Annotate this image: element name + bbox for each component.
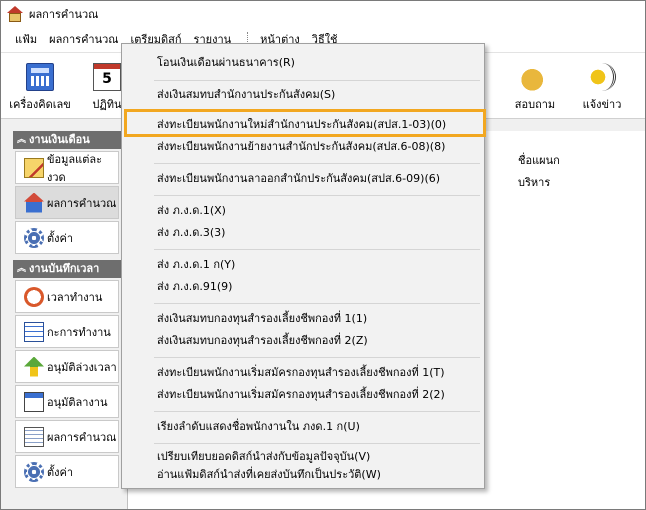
clock-icon — [24, 286, 44, 307]
sidebar-item-period-data[interactable]: ข้อมูลแต่ละงวด — [15, 151, 119, 184]
column-header-department[interactable]: ชื่อแผนก — [518, 151, 560, 169]
inquiry-button[interactable]: สอบถาม — [509, 59, 561, 113]
calculator-label: เครื่องคิดเลข — [9, 98, 71, 111]
menu-item-sort-pnd1-kor[interactable]: เรียงลำดับแสดงชื่อพนักงานใน ภงด.1 ก(U) — [123, 416, 483, 438]
menu-item-provident-fund-1[interactable]: ส่งเงินสมทบกองทุนสำรองเลี้ยงชีพกองที่ 1(… — [123, 308, 483, 330]
menu-divider — [154, 443, 480, 444]
menu-divider — [154, 110, 480, 111]
menu-divider — [154, 80, 480, 81]
sidebar-item-label: ผลการคำนวณ — [47, 430, 117, 444]
sidebar-group-title: งานเงินเดือน — [29, 133, 90, 146]
menu-item-sso-new-employee[interactable]: ส่งทะเบียนพนักงานใหม่สำนักงานประกันสังคม… — [123, 114, 483, 136]
approve-arrow-icon — [24, 356, 44, 377]
sidebar-item-time-settings[interactable]: ตั้งค่า — [15, 455, 119, 488]
calculator-icon — [26, 63, 54, 91]
menu-item-social-security-contribution[interactable]: ส่งเงินสมทบสำนักงานประกันสังคม(S) — [123, 84, 483, 106]
menu-file[interactable]: แฟ้ม — [9, 27, 43, 53]
house-icon — [24, 192, 44, 213]
inquiry-label: สอบถาม — [514, 98, 556, 111]
sidebar-group-payroll[interactable]: ︽ งานเงินเดือน — [13, 131, 121, 149]
menu-divider — [154, 163, 480, 164]
sidebar-item-time-results[interactable]: ผลการคำนวณ — [15, 420, 119, 453]
menu-divider — [154, 303, 480, 304]
app-house-icon — [7, 6, 23, 22]
menu-item-pnd1[interactable]: ส่ง ภ.ง.ด.1(X) — [123, 200, 483, 222]
menu-item-pnd1-kor[interactable]: ส่ง ภ.ง.ด.1 ก(Y) — [123, 254, 483, 276]
document-icon — [24, 426, 44, 447]
phone-icon — [521, 63, 549, 91]
menu-divider — [154, 411, 480, 412]
table-cell-department[interactable]: บริหาร — [518, 173, 550, 191]
report-dropdown-menu: โอนเงินเดือนผ่านธนาคาร(R) ส่งเงินสมทบสำน… — [121, 43, 485, 489]
notepad-icon — [24, 157, 44, 178]
menu-item-pnd91[interactable]: ส่ง ภ.ง.ด.91(9) — [123, 276, 483, 298]
sidebar-item-approve-overtime[interactable]: อนุมัติล่วงเวลา — [15, 350, 119, 383]
gear-icon — [24, 227, 44, 248]
menu-item-provident-register-2[interactable]: ส่งทะเบียนพนักงานเริ่มสมัครกองทุนสำรองเล… — [123, 384, 483, 406]
sidebar-item-label: อนุมัติลางาน — [47, 395, 108, 409]
chevron-up-icon: ︽ — [17, 264, 27, 274]
menu-item-read-disk-history[interactable]: อ่านแฟ้มดิสก์นำส่งที่เคยส่งบันทึกเป็นประ… — [123, 464, 483, 486]
sidebar: ︽ งานเงินเดือน ข้อมูลแต่ละงวด ผลการคำนวณ… — [13, 131, 121, 509]
menu-item-bank-transfer[interactable]: โอนเงินเดือนผ่านธนาคาร(R) — [123, 52, 483, 74]
sidebar-item-label: ผลการคำนวณ — [47, 196, 117, 210]
news-label: แจ้งข่าว — [582, 98, 622, 111]
window-title: ผลการคำนวณ — [29, 8, 99, 21]
calendar-approve-icon — [24, 391, 44, 412]
chevron-up-icon: ︽ — [17, 135, 27, 145]
menu-divider — [154, 195, 480, 196]
sidebar-item-approve-leave[interactable]: อนุมัติลางาน — [15, 385, 119, 418]
gear-icon — [24, 461, 44, 482]
menu-divider — [154, 249, 480, 250]
menu-item-sso-transfer-employee[interactable]: ส่งทะเบียนพนักงานย้ายงานสำนักประกันสังคม… — [123, 136, 483, 158]
sidebar-item-shifts[interactable]: กะการทำงาน — [15, 315, 119, 348]
sidebar-item-label: ตั้งค่า — [47, 465, 74, 479]
sidebar-item-label: เวลาทำงาน — [47, 290, 103, 304]
sidebar-item-label: อนุมัติล่วงเวลา — [47, 360, 117, 374]
news-button[interactable]: แจ้งข่าว — [575, 59, 629, 113]
sidebar-item-payroll-results[interactable]: ผลการคำนวณ — [15, 186, 119, 219]
calendar-icon — [93, 63, 121, 91]
speaker-icon — [588, 63, 616, 91]
calculator-button[interactable]: เครื่องคิดเลข — [7, 59, 73, 113]
sidebar-item-payroll-settings[interactable]: ตั้งค่า — [15, 221, 119, 254]
schedule-grid-icon — [24, 321, 44, 342]
menu-results[interactable]: ผลการคำนวณ — [43, 27, 124, 53]
menu-divider — [154, 357, 480, 358]
menu-item-sso-resigned-employee[interactable]: ส่งทะเบียนพนักงานลาออกสำนักประกันสังคม(ส… — [123, 168, 483, 190]
sidebar-item-label: ข้อมูลแต่ละงวด — [47, 152, 102, 184]
sidebar-group-time-attendance[interactable]: ︽ งานบันทึกเวลา — [13, 260, 121, 278]
menu-item-provident-register-1[interactable]: ส่งทะเบียนพนักงานเริ่มสมัครกองทุนสำรองเล… — [123, 362, 483, 384]
menu-item-pnd3[interactable]: ส่ง ภ.ง.ด.3(3) — [123, 222, 483, 244]
sidebar-item-label: กะการทำงาน — [47, 325, 111, 339]
title-bar: ผลการคำนวณ — [1, 1, 645, 27]
sidebar-item-label: ตั้งค่า — [47, 231, 74, 245]
sidebar-item-work-time[interactable]: เวลาทำงาน — [15, 280, 119, 313]
menu-item-provident-fund-2[interactable]: ส่งเงินสมทบกองทุนสำรองเลี้ยงชีพกองที่ 2(… — [123, 330, 483, 352]
sidebar-group-title: งานบันทึกเวลา — [29, 262, 100, 275]
app-window: ผลการคำนวณ แฟ้ม ผลการคำนวณ เตรียมดิสก์ ร… — [0, 0, 646, 510]
